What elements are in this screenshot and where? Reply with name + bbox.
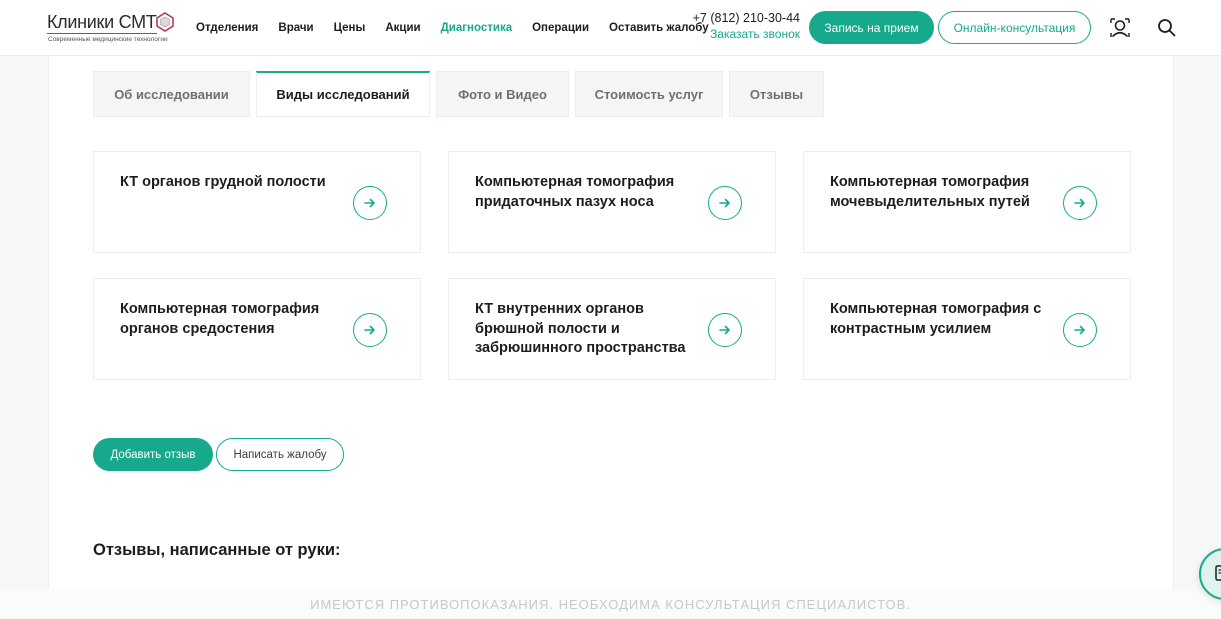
study-card[interactable]: Компьютерная томография мочевыделительны… bbox=[803, 151, 1131, 253]
callback-link[interactable]: Заказать звонок bbox=[688, 27, 800, 41]
clinic-logo[interactable]: Клиники СМТ Современные медицинские техн… bbox=[47, 12, 182, 46]
nav-prices[interactable]: Цены bbox=[334, 22, 366, 34]
arrow-right-button[interactable] bbox=[708, 186, 742, 220]
study-card-title: Компьютерная томография органов средосте… bbox=[120, 301, 320, 337]
study-card-title: Компьютерная томография придаточных пазу… bbox=[475, 174, 675, 210]
study-card-title: КТ внутренних органов брюшной полости и … bbox=[475, 301, 686, 356]
add-review-button[interactable]: Добавить отзыв bbox=[93, 438, 213, 471]
arrow-right-button[interactable] bbox=[353, 313, 387, 347]
arrow-right-button[interactable] bbox=[1063, 186, 1097, 220]
appointment-button[interactable]: Запись на прием bbox=[809, 11, 934, 44]
study-tabs: Об исследовании Виды исследований Фото и… bbox=[93, 71, 824, 117]
main-nav: Отделения Врачи Цены Акции Диагностика О… bbox=[196, 0, 729, 56]
user-icon[interactable] bbox=[1110, 18, 1130, 38]
arrow-right-button[interactable] bbox=[353, 186, 387, 220]
phone-number[interactable]: +7 (812) 210-30-44 bbox=[688, 11, 800, 25]
logo-subtitle: Современные медицинские технологии bbox=[48, 36, 168, 43]
arrow-right-icon bbox=[1074, 198, 1085, 208]
study-card-title: КТ органов грудной полости bbox=[120, 174, 326, 190]
arrow-right-icon bbox=[364, 198, 375, 208]
arrow-right-button[interactable] bbox=[708, 313, 742, 347]
section-title: Отзывы, написанные от руки: bbox=[93, 541, 341, 559]
tab-study-types[interactable]: Виды исследований bbox=[256, 71, 430, 117]
tab-photo-video[interactable]: Фото и Видео bbox=[436, 71, 569, 117]
nav-doctors[interactable]: Врачи bbox=[278, 22, 313, 34]
study-card[interactable]: КТ органов грудной полости bbox=[93, 151, 421, 253]
nav-diagnostics[interactable]: Диагностика bbox=[441, 22, 513, 34]
tab-prices[interactable]: Стоимость услуг bbox=[575, 71, 723, 117]
write-complaint-button[interactable]: Написать жалобу bbox=[216, 438, 344, 471]
study-card[interactable]: Компьютерная томография с контрастным ус… bbox=[803, 278, 1131, 380]
logo-underline bbox=[47, 33, 157, 34]
site-header: Клиники СМТ Современные медицинские техн… bbox=[0, 0, 1221, 56]
phone-block: +7 (812) 210-30-44 Заказать звонок bbox=[688, 11, 800, 41]
tab-reviews[interactable]: Отзывы bbox=[729, 71, 824, 117]
study-card[interactable]: КТ внутренних органов брюшной полости и … bbox=[448, 278, 776, 380]
arrow-right-icon bbox=[364, 325, 375, 335]
nav-departments[interactable]: Отделения bbox=[196, 22, 258, 34]
arrow-right-button[interactable] bbox=[1063, 313, 1097, 347]
contraindications-notice: ИМЕЮТСЯ ПРОТИВОПОКАЗАНИЯ. НЕОБХОДИМА КОН… bbox=[0, 589, 1221, 619]
arrow-right-icon bbox=[719, 325, 730, 335]
study-card[interactable]: Компьютерная томография органов средосте… bbox=[93, 278, 421, 380]
logo-gem-icon bbox=[156, 12, 174, 32]
document-icon bbox=[1215, 565, 1221, 581]
study-card-title: Компьютерная томография с контрастным ус… bbox=[830, 301, 1042, 337]
arrow-right-icon bbox=[719, 198, 730, 208]
nav-promotions[interactable]: Акции bbox=[385, 22, 420, 34]
nav-operations[interactable]: Операции bbox=[532, 22, 589, 34]
tab-about[interactable]: Об исследовании bbox=[93, 71, 250, 117]
arrow-right-icon bbox=[1074, 325, 1085, 335]
search-icon[interactable] bbox=[1157, 18, 1176, 37]
online-consultation-button[interactable]: Онлайн-консультация bbox=[938, 11, 1091, 44]
logo-title: Клиники СМТ bbox=[47, 12, 157, 32]
study-card-title: Компьютерная томография мочевыделительны… bbox=[830, 174, 1030, 210]
main-content: Об исследовании Виды исследований Фото и… bbox=[48, 56, 1174, 589]
study-card[interactable]: Компьютерная томография придаточных пазу… bbox=[448, 151, 776, 253]
